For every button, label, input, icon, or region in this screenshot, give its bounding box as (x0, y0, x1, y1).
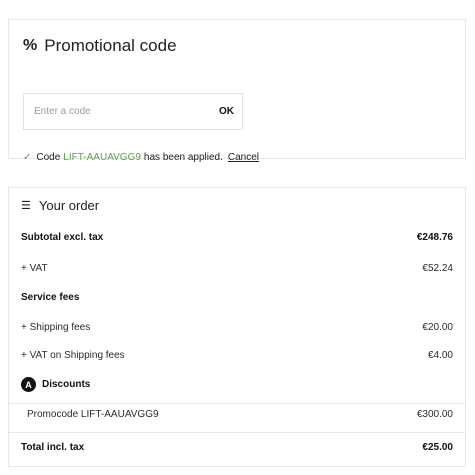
applied-prefix: Code (36, 152, 61, 163)
promocode-value: €300.00 (416, 409, 453, 420)
total-value: €25.00 (422, 442, 453, 453)
discounts-label: Discounts (42, 379, 91, 390)
order-title: ☰ Your order (21, 198, 99, 213)
list-icon: ☰ (21, 200, 31, 212)
vat-label: + VAT (21, 263, 48, 274)
shipping-fees-label: + Shipping fees (21, 322, 91, 333)
discounts-heading: A Discounts (21, 377, 90, 392)
total-row: Total incl. tax €25.00 (21, 442, 453, 453)
vat-row: + VAT €52.24 (21, 263, 453, 274)
vat-shipping-row: + VAT on Shipping fees €4.00 (21, 350, 453, 361)
promo-code-field: OK (23, 93, 243, 130)
vat-shipping-label: + VAT on Shipping fees (21, 350, 125, 361)
promo-code-input[interactable] (24, 94, 215, 129)
subtotal-row: Subtotal excl. tax €248.76 (21, 232, 453, 243)
order-title-text: Your order (38, 198, 100, 213)
applied-suffix: has been applied. (143, 152, 223, 163)
apply-code-button[interactable]: OK (215, 94, 242, 129)
promotional-code-panel: % Promotional code OK ✓ Code LIFT-AAUAVG… (8, 19, 466, 163)
vat-shipping-value: €4.00 (427, 350, 453, 361)
total-label: Total incl. tax (21, 442, 85, 453)
checkmark-icon: ✓ (23, 152, 32, 163)
vat-value: €52.24 (422, 263, 453, 274)
promo-title-text: Promotional code (44, 36, 177, 55)
subtotal-label: Subtotal excl. tax (21, 232, 104, 243)
divider (9, 432, 465, 433)
percent-icon: % (23, 37, 38, 54)
discounts-row: A Discounts (21, 377, 453, 392)
promocode-row: Promocode LIFT-AAUAVGG9 €300.00 (27, 409, 453, 420)
promocode-label: Promocode LIFT-AAUAVGG9 (27, 409, 159, 420)
order-summary-panel: ☰ Your order Subtotal excl. tax €248.76 … (8, 187, 466, 467)
discount-badge-icon: A (21, 377, 36, 392)
subtotal-value: €248.76 (416, 232, 453, 243)
applied-code: LIFT-AAUAVGG9 (63, 152, 141, 163)
service-fees-row: Service fees (21, 292, 453, 303)
shipping-fees-row: + Shipping fees €20.00 (21, 322, 453, 333)
shipping-fees-value: €20.00 (422, 322, 453, 333)
cancel-code-link[interactable]: Cancel (228, 152, 259, 163)
service-fees-label: Service fees (21, 292, 80, 303)
divider (9, 403, 465, 404)
applied-code-message: ✓ Code LIFT-AAUAVGG9 has been applied. C… (23, 152, 259, 163)
promo-title: % Promotional code (23, 36, 177, 56)
